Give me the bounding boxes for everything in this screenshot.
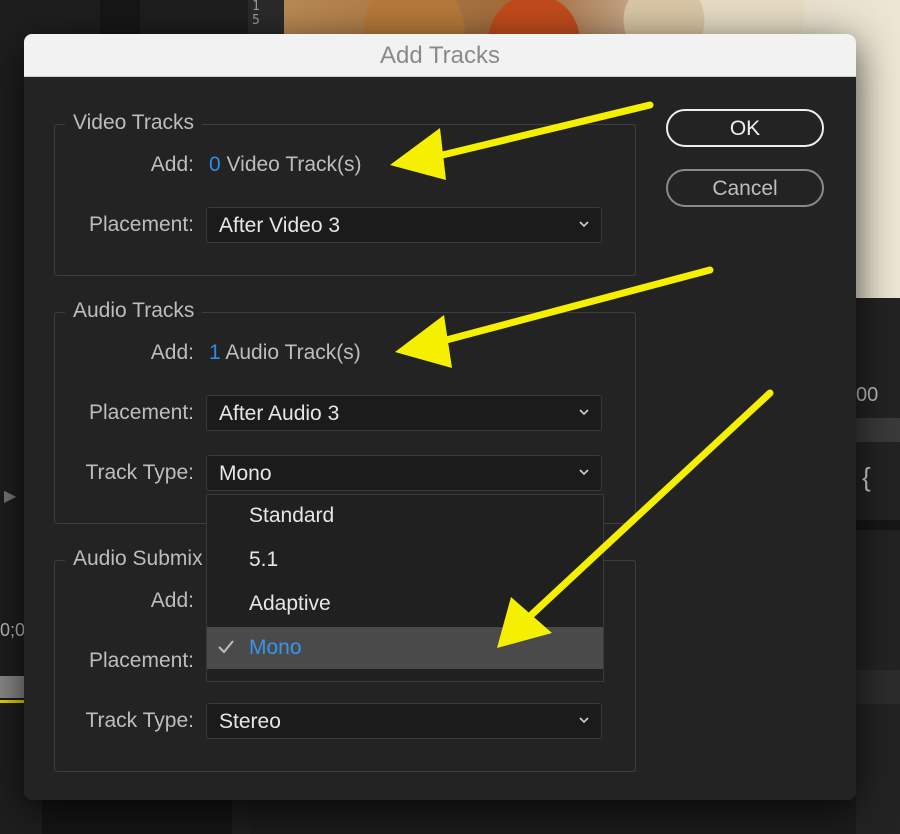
video-track-count[interactable]: 0 (209, 153, 221, 176)
ruler-number: 5 (252, 13, 260, 28)
submix-track-type-label: Track Type: (85, 709, 194, 732)
audio-track-type-label: Track Type: (85, 461, 194, 484)
audio-tracks-legend: Audio Tracks (65, 296, 203, 326)
checkmark-icon (218, 640, 234, 654)
dropdown-option-5-1[interactable]: 5.1 (207, 539, 603, 581)
background-timecode: 00 (856, 384, 879, 406)
chevron-down-icon (579, 221, 589, 228)
ruler-number: 1 (252, 0, 260, 14)
submix-track-type-select[interactable]: Stereo (206, 703, 602, 739)
background-play-icon: ▶ (4, 488, 17, 505)
video-tracks-legend: Video Tracks (65, 108, 203, 138)
submix-add-label: Add: (150, 589, 194, 612)
audio-placement-label: Placement: (88, 401, 194, 424)
add-tracks-dialog: Add Tracks Video Tracks Add: 0 Video Tra… (24, 34, 856, 800)
audio-add-value: 1 Audio Track(s) (209, 341, 361, 365)
audio-placement-select[interactable]: After Audio 3 (206, 395, 602, 431)
video-placement-value: After Video 3 (219, 214, 341, 237)
submix-placement-label: Placement: (88, 649, 194, 672)
audio-track-count[interactable]: 1 (209, 341, 221, 364)
audio-submix-legend: Audio Submix (65, 544, 211, 574)
dialog-title: Add Tracks (24, 34, 856, 77)
video-add-value: 0 Video Track(s) (209, 153, 362, 177)
audio-track-type-select[interactable]: Mono (206, 455, 602, 491)
background-right-panel (856, 298, 900, 834)
submix-track-type-value: Stereo (219, 710, 281, 733)
track-type-dropdown-list: Standard 5.1 Adaptive Mono (206, 494, 604, 682)
background-right-bar (856, 520, 900, 530)
chevron-down-icon (579, 409, 589, 416)
background-timecode: 0;0 (0, 620, 26, 640)
video-placement-select[interactable]: After Video 3 (206, 207, 602, 243)
background-playhead-line (0, 700, 24, 703)
video-tracks-group: Video Tracks (54, 108, 636, 276)
cancel-button[interactable]: Cancel (666, 169, 824, 207)
dropdown-option-standard[interactable]: Standard (207, 495, 603, 537)
audio-track-type-value: Mono (219, 462, 272, 485)
dropdown-option-mono-label: Mono (249, 636, 302, 659)
video-add-label: Add: (150, 153, 194, 176)
background-track-block (0, 676, 24, 698)
chevron-down-icon (579, 717, 589, 724)
background-bottom-panel (42, 800, 232, 834)
video-placement-label: Placement: (88, 213, 194, 236)
dropdown-option-adaptive[interactable]: Adaptive (207, 583, 603, 625)
video-track-suffix: Video Track(s) (226, 153, 362, 176)
background-right-bar (856, 670, 900, 704)
chevron-down-icon (579, 469, 589, 476)
audio-track-suffix: Audio Track(s) (225, 341, 361, 364)
dropdown-option-mono[interactable]: Mono (207, 627, 603, 669)
background-bracket-icon: { (862, 462, 871, 492)
background-right-bar (856, 418, 900, 442)
audio-placement-value: After Audio 3 (219, 402, 340, 425)
ok-button[interactable]: OK (666, 109, 824, 147)
audio-add-label: Add: (150, 341, 194, 364)
